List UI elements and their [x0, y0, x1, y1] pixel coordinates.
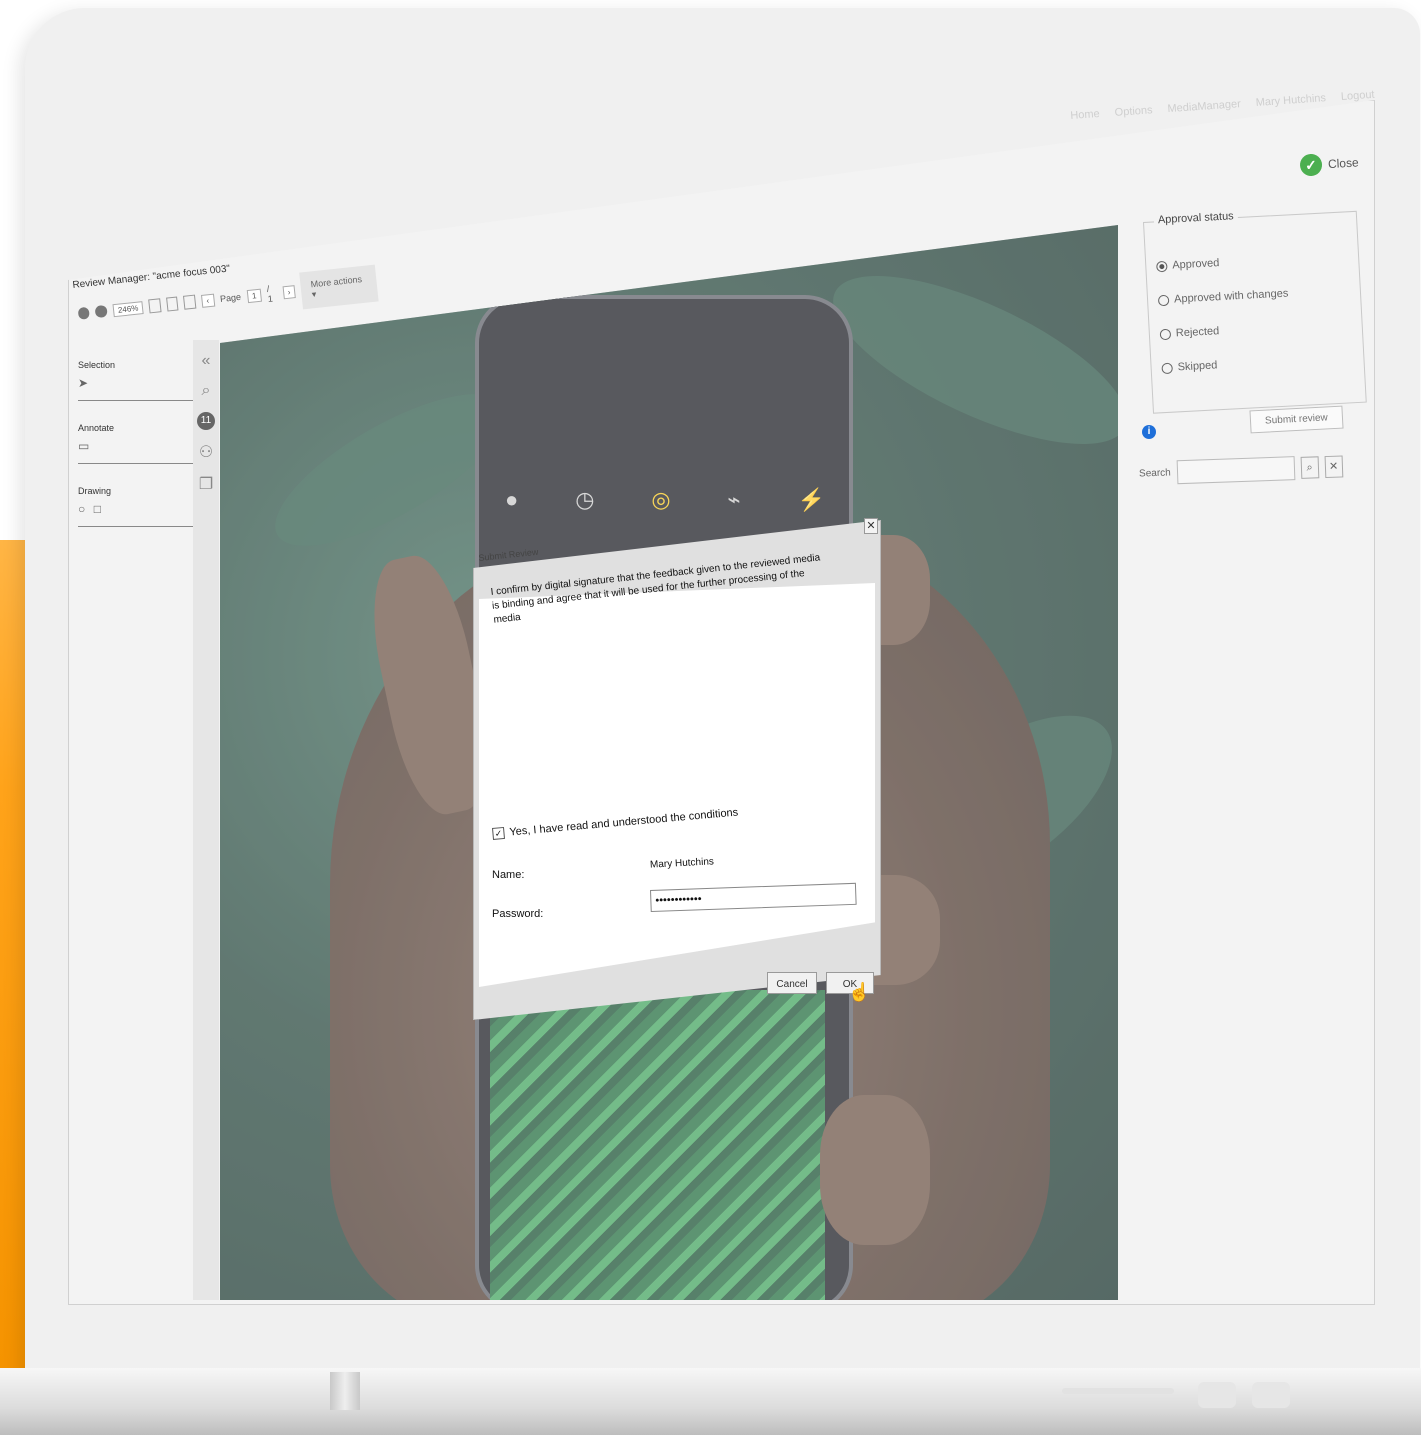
- zoom-select[interactable]: 246%: [112, 300, 144, 317]
- laptop-slot: [1062, 1388, 1174, 1394]
- dialog-body: [479, 583, 875, 987]
- hand-cursor-icon: ☝: [848, 982, 871, 1002]
- fit-width-icon[interactable]: [148, 298, 162, 314]
- prev-page-button[interactable]: ‹: [200, 293, 215, 308]
- annotate-label: Annotate: [78, 423, 115, 433]
- cancel-button[interactable]: Cancel: [767, 972, 817, 994]
- radio-approved-with-changes[interactable]: Approved with changes: [1157, 287, 1289, 307]
- pages-icon[interactable]: ❐: [193, 474, 219, 494]
- search-icon[interactable]: ⌕: [1300, 456, 1320, 479]
- approval-legend: Approval status: [1153, 210, 1238, 227]
- laptop-hinge: [330, 1372, 360, 1410]
- side-strip: « ⌕ 11 ⚇ ❐: [193, 340, 219, 1300]
- next-page-button[interactable]: ›: [282, 284, 297, 299]
- submit-review-button[interactable]: Submit review: [1249, 405, 1344, 434]
- selection-label: Selection: [78, 360, 116, 370]
- search-row: Search ⌕ ✕: [1138, 454, 1344, 485]
- right-panel: Approval status Approved Approved with c…: [1135, 200, 1367, 1300]
- laptop-button: [1252, 1382, 1290, 1408]
- zoom-in-icon[interactable]: [94, 304, 108, 319]
- collapse-icon[interactable]: «: [193, 352, 219, 370]
- tools-panel: Selection ➤ Annotate ▭ Drawing ○ □: [78, 360, 193, 549]
- page-input[interactable]: 1: [246, 288, 262, 303]
- radio-rejected-label: Rejected: [1175, 325, 1220, 340]
- pointer-icon[interactable]: ➤: [78, 376, 88, 390]
- zoom-out-icon[interactable]: [77, 306, 91, 320]
- drawing-label: Drawing: [78, 486, 112, 496]
- more-actions-button[interactable]: More actions ▾: [299, 264, 379, 309]
- radio-approved[interactable]: Approved: [1156, 257, 1220, 272]
- check-icon: ✓: [1299, 153, 1323, 177]
- close-button[interactable]: ✓ Close: [1299, 151, 1360, 177]
- selection-group: Selection ➤: [78, 360, 193, 401]
- comments-count-icon[interactable]: 11: [197, 412, 215, 430]
- more-actions-label: More actions: [310, 273, 363, 289]
- name-label: Name:: [492, 869, 525, 881]
- radio-skipped[interactable]: Skipped: [1161, 359, 1218, 374]
- radio-approved-icon[interactable]: [1156, 260, 1168, 272]
- fit-page-icon[interactable]: [183, 294, 197, 310]
- dialog-close-icon[interactable]: ✕: [864, 518, 878, 534]
- radio-approved-with-changes-icon[interactable]: [1157, 294, 1170, 306]
- users-icon[interactable]: ⚇: [193, 442, 219, 462]
- info-icon[interactable]: i: [1142, 425, 1156, 439]
- radio-approved-with-changes-label: Approved with changes: [1173, 287, 1289, 306]
- annotate-group: Annotate ▭: [78, 423, 193, 464]
- radio-skipped-icon[interactable]: [1161, 362, 1173, 374]
- close-label: Close: [1327, 155, 1360, 172]
- fit-height-icon[interactable]: [165, 296, 179, 312]
- radio-approved-label: Approved: [1172, 257, 1220, 272]
- search-label: Search: [1138, 466, 1171, 480]
- search-input[interactable]: [1176, 456, 1296, 485]
- page-label: Page: [219, 291, 242, 304]
- comment-icon[interactable]: ▭: [78, 439, 89, 453]
- rectangle-tool-icon[interactable]: □: [94, 502, 101, 516]
- attachment-icon[interactable]: ⌕: [193, 382, 219, 400]
- page-total: / 1: [266, 283, 274, 304]
- checkbox-icon[interactable]: ✓: [492, 826, 506, 840]
- nav-logout[interactable]: Logout: [1341, 89, 1375, 103]
- orange-accent-bar: [0, 540, 27, 1370]
- password-label: Password:: [492, 908, 544, 920]
- approval-status-group: Approval status Approved Approved with c…: [1143, 210, 1367, 414]
- radio-rejected[interactable]: Rejected: [1159, 325, 1220, 340]
- radio-skipped-label: Skipped: [1177, 359, 1218, 374]
- laptop-button: [1198, 1382, 1236, 1408]
- clear-search-icon[interactable]: ✕: [1324, 455, 1344, 479]
- circle-tool-icon[interactable]: ○: [78, 502, 85, 516]
- nav-home[interactable]: Home: [1070, 108, 1100, 122]
- drawing-group: Drawing ○ □: [78, 486, 193, 527]
- radio-rejected-icon[interactable]: [1159, 328, 1172, 340]
